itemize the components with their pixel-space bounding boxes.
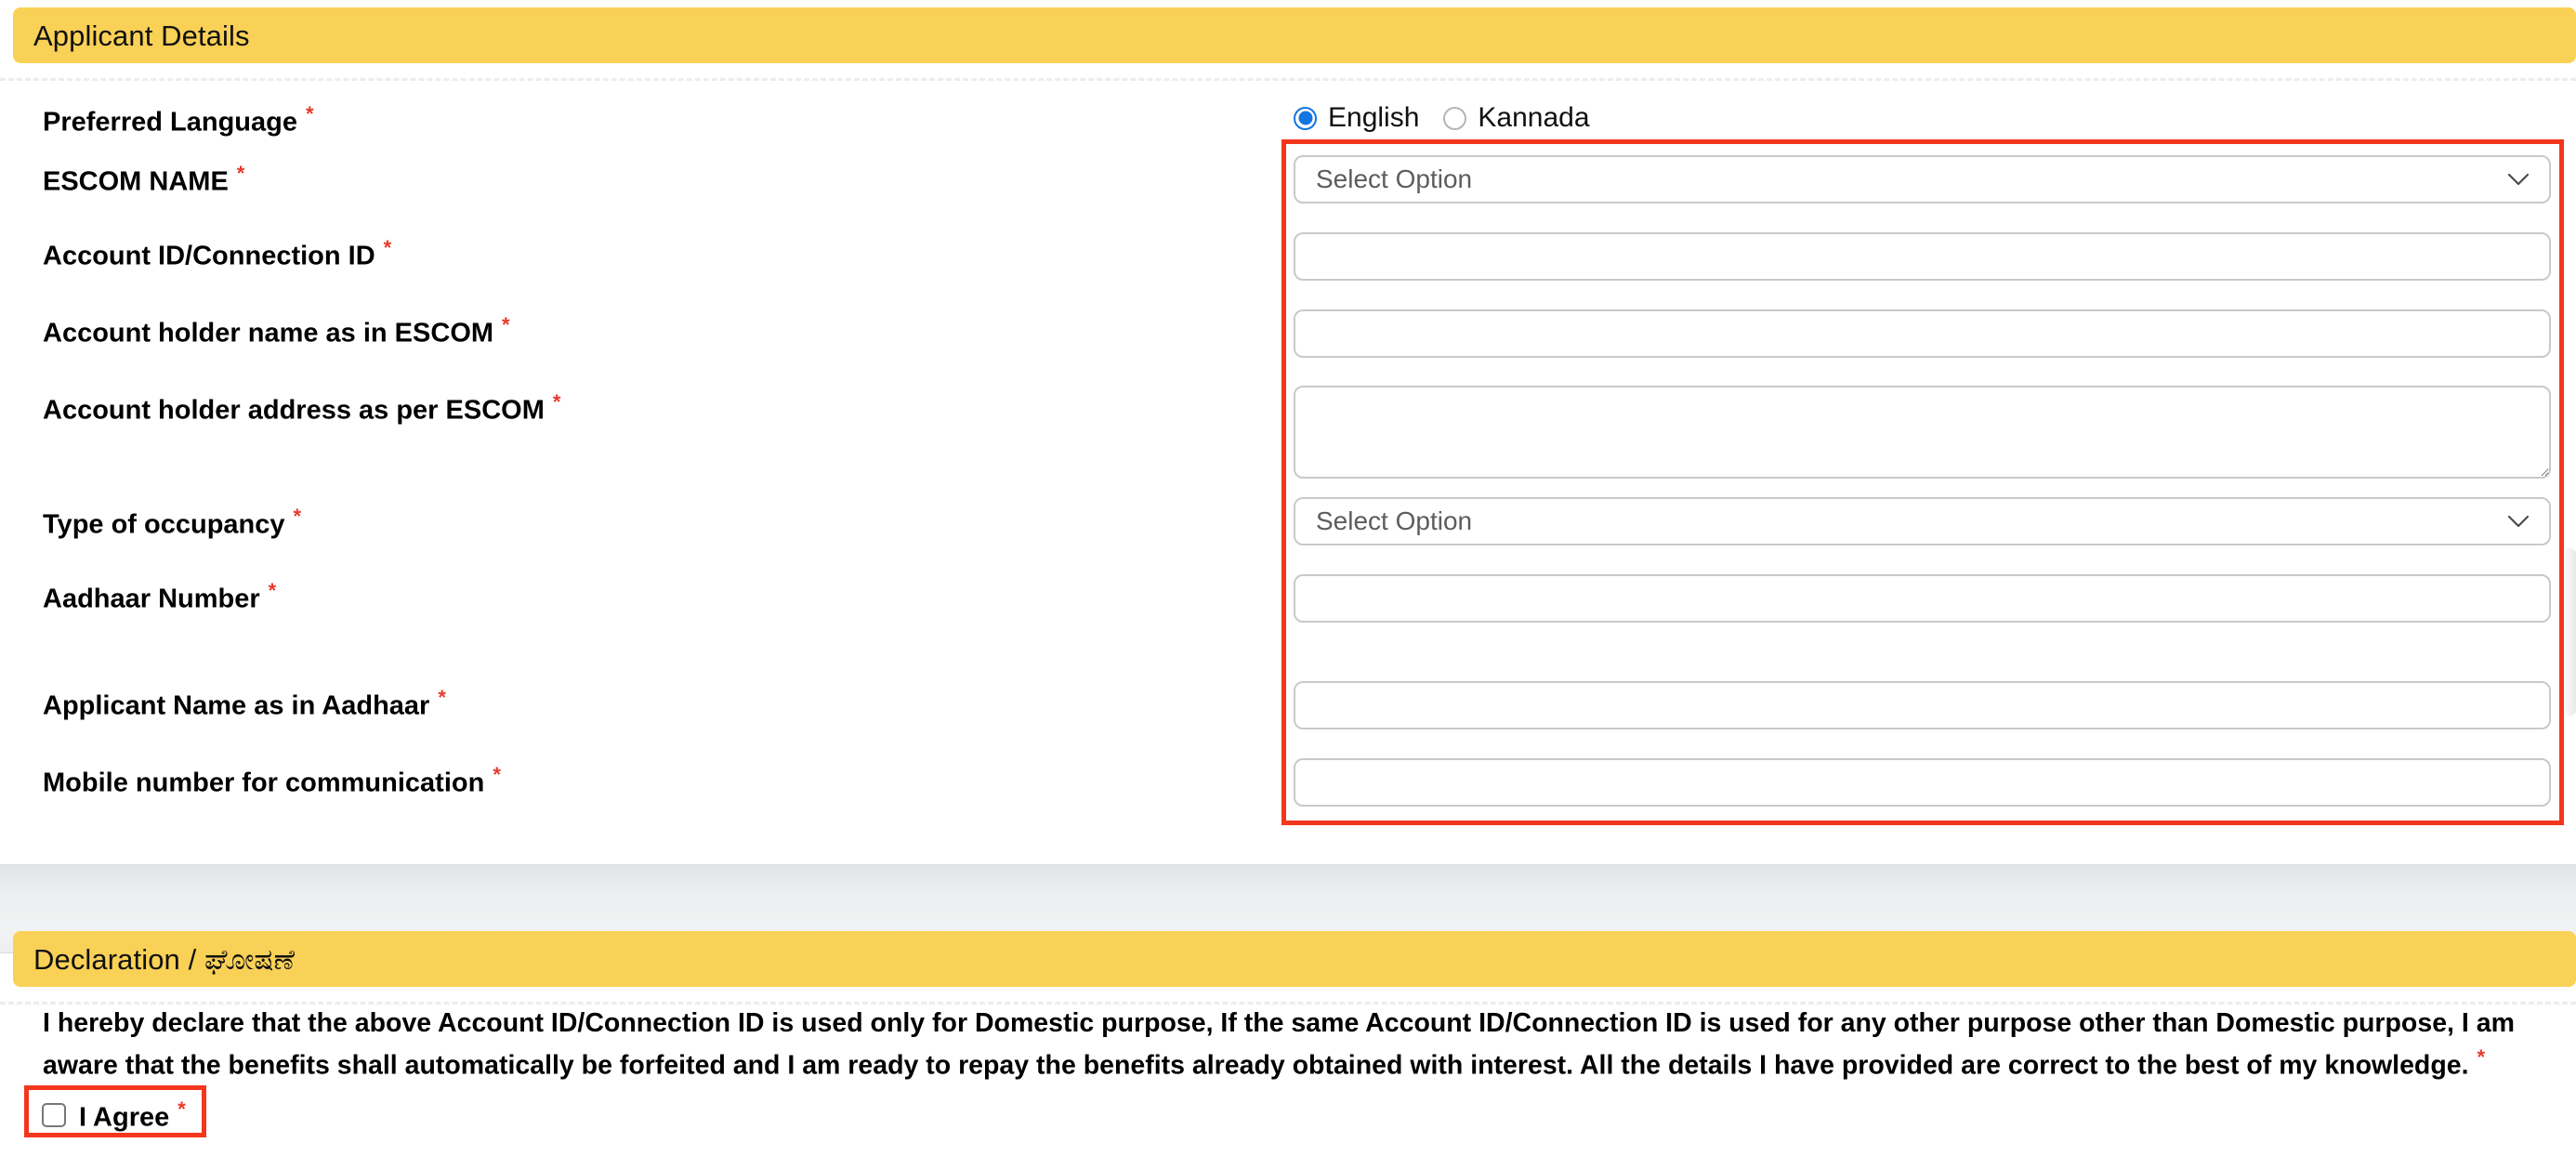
label-mobile-number-text: Mobile number for communication [43, 768, 485, 798]
escom-name-select[interactable]: Select Option [1294, 155, 2551, 204]
type-of-occupancy-select-value: Select Option [1316, 506, 1473, 535]
label-preferred-language: Preferred Language * [43, 104, 314, 137]
required-asterisk: * [552, 390, 561, 414]
radio-option-english[interactable]: English [1294, 104, 1419, 132]
account-id-input[interactable] [1294, 232, 2551, 281]
label-account-id: Account ID/Connection ID * [43, 238, 391, 270]
form-page: Applicant Details Preferred Language * ES… [0, 0, 2576, 1156]
declaration-banner: Declaration / ಘೋಷಣೆ [13, 931, 2576, 987]
required-asterisk: * [2477, 1045, 2486, 1069]
required-asterisk: * [177, 1097, 186, 1121]
preferred-language-radio-group[interactable]: English Kannada [1294, 104, 1614, 132]
declaration-text-line-2: aware that the benefits shall automatica… [43, 1047, 2485, 1079]
chevron-down-icon [2508, 173, 2529, 186]
chevron-down-icon [2508, 515, 2529, 528]
applicant-details-title: Applicant Details [33, 19, 250, 52]
label-aadhaar-number: Aadhaar Number * [43, 581, 276, 613]
i-agree-checkbox[interactable] [42, 1103, 66, 1128]
required-asterisk: * [236, 162, 245, 185]
label-account-holder-address-text: Account holder address as per ESCOM [43, 395, 545, 426]
i-agree-row[interactable]: I Agree * [42, 1099, 186, 1132]
mobile-number-input[interactable] [1294, 758, 2551, 807]
label-applicant-name-aadhaar-text: Applicant Name as in Aadhaar [43, 690, 430, 721]
radio-english-icon[interactable] [1294, 106, 1317, 130]
type-of-occupancy-select[interactable]: Select Option [1294, 497, 2551, 545]
label-mobile-number: Mobile number for communication * [43, 765, 501, 797]
declaration-section-divider [0, 1002, 2576, 1005]
declaration-text-line-1: I hereby declare that the above Account … [43, 1008, 2515, 1038]
declaration-text-line-2-text: aware that the benefits shall automatica… [43, 1050, 2469, 1081]
label-account-holder-name-text: Account holder name as in ESCOM [43, 318, 494, 348]
required-asterisk: * [493, 763, 501, 786]
radio-option-kannada[interactable]: Kannada [1443, 102, 1590, 133]
required-asterisk: * [502, 313, 510, 336]
radio-english-label: English [1328, 102, 1420, 133]
i-agree-label-wrap: I Agree * [79, 1099, 186, 1132]
label-account-holder-address: Account holder address as per ESCOM * [43, 392, 560, 425]
label-type-of-occupancy-text: Type of occupancy [43, 509, 285, 540]
required-asterisk: * [268, 579, 277, 602]
escom-name-select-value: Select Option [1316, 164, 1473, 193]
aadhaar-number-input[interactable] [1294, 574, 2551, 623]
label-account-holder-name: Account holder name as in ESCOM * [43, 315, 510, 348]
i-agree-label: I Agree [79, 1102, 170, 1133]
label-type-of-occupancy: Type of occupancy * [43, 506, 301, 539]
account-holder-address-textarea[interactable] [1294, 386, 2551, 479]
account-holder-name-input[interactable] [1294, 309, 2551, 358]
label-applicant-name-aadhaar: Applicant Name as in Aadhaar * [43, 688, 446, 720]
applicant-section-divider [0, 78, 2576, 81]
vertical-scrollbar[interactable] [2565, 548, 2576, 716]
radio-kannada-icon[interactable] [1443, 106, 1467, 130]
label-preferred-language-text: Preferred Language [43, 107, 297, 138]
label-account-id-text: Account ID/Connection ID [43, 241, 375, 271]
label-aadhaar-number-text: Aadhaar Number [43, 584, 260, 614]
radio-kannada-label: Kannada [1478, 102, 1590, 133]
required-asterisk: * [383, 236, 392, 259]
applicant-details-banner: Applicant Details [13, 7, 2576, 63]
declaration-title: Declaration / ಘೋಷಣೆ [33, 942, 296, 976]
label-escom-name-text: ESCOM NAME [43, 166, 229, 197]
required-asterisk: * [438, 686, 446, 709]
required-asterisk: * [293, 505, 302, 528]
label-escom-name: ESCOM NAME * [43, 164, 244, 196]
applicant-name-aadhaar-input[interactable] [1294, 681, 2551, 729]
required-asterisk: * [305, 102, 314, 125]
